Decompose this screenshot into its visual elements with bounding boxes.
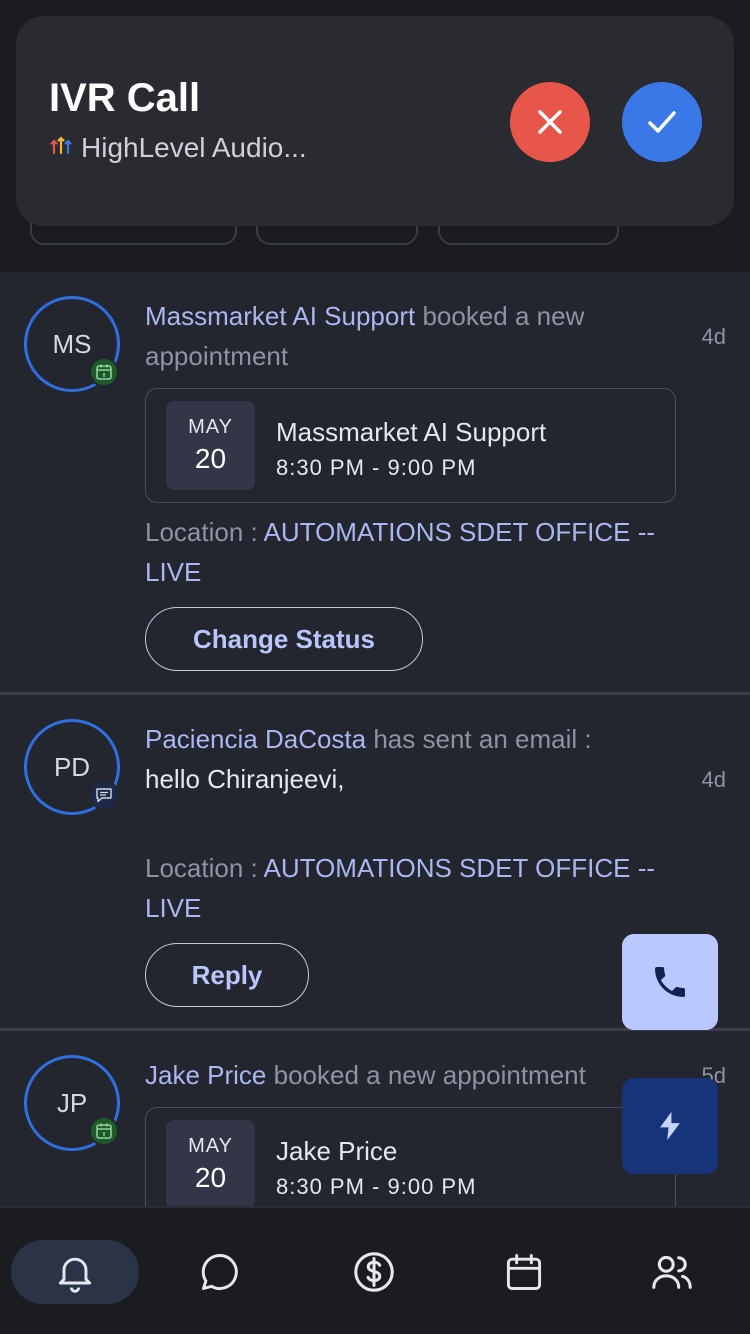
- appointment-date: MAY 20: [166, 401, 255, 490]
- notification-feed[interactable]: MS Massmarket AI Support booked a new ap…: [0, 272, 750, 1206]
- avatar[interactable]: JP: [24, 1055, 120, 1151]
- appointment-card[interactable]: MAY 20 Massmarket AI Support 8:30 PM - 9…: [145, 388, 676, 503]
- appointment-title: Massmarket AI Support: [276, 417, 547, 447]
- appointment-day: 20: [194, 1162, 227, 1193]
- notification-message: Paciencia DaCosta has sent an email :: [145, 719, 665, 759]
- action-text: booked a new appointment: [266, 1060, 586, 1090]
- quick-actions-fab-button[interactable]: [622, 1078, 718, 1174]
- email-preview: hello Chiranjeevi,: [145, 764, 345, 794]
- appointment-title: Jake Price: [276, 1136, 398, 1166]
- appointment-month: MAY: [188, 416, 233, 438]
- notification-message: Jake Price booked a new appointment: [145, 1055, 645, 1095]
- call-fab-button[interactable]: [622, 934, 718, 1030]
- appointment-card[interactable]: MAY 20 Jake Price 8:30 PM - 9:00 PM: [145, 1107, 676, 1206]
- appointment-date: MAY 20: [166, 1120, 255, 1206]
- message-icon: [89, 780, 119, 810]
- close-icon: [538, 110, 562, 134]
- appointment-time: 8:30 PM - 9:00 PM: [276, 455, 477, 480]
- call-source-label: HighLevel Audio...: [81, 132, 307, 163]
- chat-bubble-icon: [201, 1254, 238, 1290]
- incoming-call-banner[interactable]: IVR Call HighLevel Audio...: [16, 16, 734, 226]
- check-icon: [648, 111, 676, 133]
- change-status-button[interactable]: Change Status: [145, 607, 423, 671]
- appointment-time: 8:30 PM - 9:00 PM: [276, 1174, 477, 1199]
- avatar-initials: PD: [53, 751, 91, 782]
- call-title: IVR Call: [49, 76, 201, 120]
- calendar-icon: [506, 1254, 542, 1290]
- location-label: Location :: [145, 853, 264, 883]
- actor-name[interactable]: Jake Price: [145, 1060, 266, 1090]
- lightning-icon: [660, 1111, 680, 1141]
- avatar-initials: MS: [52, 328, 92, 359]
- dollar-icon: [354, 1252, 394, 1292]
- bell-icon: [58, 1257, 92, 1293]
- nav-payments[interactable]: [334, 1240, 414, 1304]
- location-line: Location : AUTOMATIONS SDET OFFICE -- LI…: [145, 512, 705, 592]
- audio-source-icon: [49, 132, 73, 164]
- calendar-icon: [89, 357, 119, 387]
- phone-icon: [655, 967, 685, 997]
- nav-notifications[interactable]: [11, 1240, 139, 1304]
- nav-calendar[interactable]: [484, 1240, 564, 1304]
- notification-message: Massmarket AI Support booked a new appoi…: [145, 296, 665, 376]
- timestamp: 4d: [701, 767, 726, 792]
- calendar-icon: [89, 1116, 119, 1146]
- notification-card[interactable]: MS Massmarket AI Support booked a new ap…: [0, 272, 750, 692]
- call-subtitle: HighLevel Audio...: [49, 132, 307, 164]
- decline-call-button[interactable]: [510, 82, 590, 162]
- actor-name[interactable]: Massmarket AI Support: [145, 301, 415, 331]
- reply-button[interactable]: Reply: [145, 943, 309, 1007]
- appointment-month: MAY: [188, 1135, 233, 1157]
- avatar[interactable]: PD: [24, 719, 120, 815]
- timestamp: 4d: [701, 324, 726, 349]
- action-text: has sent an email :: [366, 724, 592, 754]
- avatar-initials: JP: [56, 1087, 88, 1118]
- actor-name[interactable]: Paciencia DaCosta: [145, 724, 366, 754]
- contacts-icon: [652, 1255, 692, 1289]
- accept-call-button[interactable]: [622, 82, 702, 162]
- location-line: Location : AUTOMATIONS SDET OFFICE -- LI…: [145, 848, 705, 928]
- nav-contacts[interactable]: [632, 1240, 712, 1304]
- appointment-day: 20: [194, 443, 227, 474]
- bottom-navigation: [0, 1206, 750, 1334]
- avatar[interactable]: MS: [24, 296, 120, 392]
- location-label: Location :: [145, 517, 264, 547]
- nav-conversations[interactable]: [180, 1240, 260, 1304]
